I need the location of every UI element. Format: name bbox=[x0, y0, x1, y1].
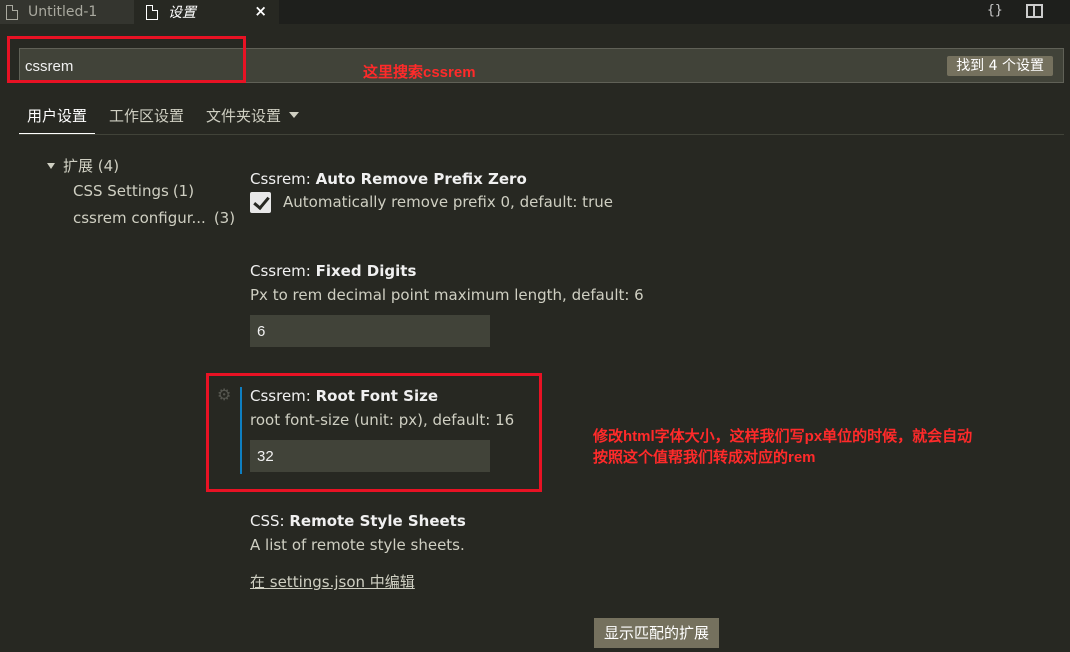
tab-user-settings[interactable]: 用户设置 bbox=[19, 105, 96, 134]
annotation-search-note: 这里搜索cssrem bbox=[363, 64, 476, 81]
setting-title-fixed-digits: Cssrem: Fixed Digits bbox=[250, 262, 416, 280]
file-icon bbox=[146, 4, 158, 20]
setting-description: Px to rem decimal point maximum length, … bbox=[250, 286, 644, 304]
tab-folder-settings[interactable]: 文件夹设置 bbox=[206, 105, 300, 134]
annotation-root-note: 修改html字体大小，这样我们写px单位的时候，就会自动 按照这个值帮我们转成对… bbox=[593, 426, 972, 468]
tree-item-cssrem-configuration[interactable]: cssrem configur... (3) bbox=[73, 209, 235, 227]
setting-name: Auto Remove Prefix Zero bbox=[315, 170, 527, 188]
close-icon[interactable]: × bbox=[254, 3, 267, 19]
tab-workspace-settings[interactable]: 工作区设置 bbox=[109, 105, 184, 134]
search-result-count: 找到 4 个设置 bbox=[947, 56, 1053, 76]
split-editor-icon[interactable] bbox=[1026, 4, 1043, 18]
tree-extensions[interactable]: 扩展 (4) bbox=[47, 155, 119, 176]
annotation-line: 按照这个值帮我们转成对应的rem bbox=[593, 449, 816, 466]
annotation-box-search bbox=[7, 36, 246, 83]
setting-category: Cssrem: bbox=[250, 170, 316, 188]
edit-in-settings-json-link[interactable]: 在 settings.json 中编辑 bbox=[250, 571, 415, 592]
setting-title-auto-remove-prefix-zero: Cssrem: Auto Remove Prefix Zero bbox=[250, 170, 527, 188]
tree-item-label: CSS Settings bbox=[73, 182, 169, 200]
tab-untitled[interactable]: Untitled-1 bbox=[0, 0, 134, 24]
setting-name: Remote Style Sheets bbox=[289, 512, 466, 530]
setting-category: CSS: bbox=[250, 512, 290, 530]
tab-label: 设置 bbox=[168, 5, 196, 21]
show-matching-extensions-button[interactable]: 显示匹配的扩展 bbox=[594, 618, 720, 648]
checkbox-label: Automatically remove prefix 0, default: … bbox=[283, 193, 613, 211]
tree-item-css-settings[interactable]: CSS Settings (1) bbox=[73, 182, 194, 200]
tree-caret-icon[interactable] bbox=[47, 163, 55, 169]
tree-item-count: (3) bbox=[213, 209, 236, 227]
tab-folder-label: 文件夹设置 bbox=[206, 107, 282, 125]
file-icon bbox=[6, 4, 18, 20]
tree-item-count: (1) bbox=[172, 182, 195, 200]
annotation-line: 修改html字体大小，这样我们写px单位的时候，就会自动 bbox=[593, 428, 973, 445]
tree-extensions-label: 扩展 bbox=[63, 157, 94, 175]
braces-icon[interactable]: {} bbox=[987, 2, 1003, 20]
setting-description: A list of remote style sheets. bbox=[250, 536, 465, 554]
setting-category: Cssrem: bbox=[250, 262, 316, 280]
fixed-digits-input[interactable] bbox=[250, 315, 490, 347]
chevron-down-icon[interactable] bbox=[289, 112, 300, 118]
setting-name: Fixed Digits bbox=[315, 262, 417, 280]
tree-item-label: cssrem configur... bbox=[73, 209, 206, 227]
setting-title-remote-style-sheets: CSS: Remote Style Sheets bbox=[250, 512, 466, 530]
tab-label: Untitled-1 bbox=[28, 4, 98, 20]
tab-settings[interactable]: 设置 × bbox=[134, 0, 279, 24]
tab-bar: Untitled-1 设置 × {} bbox=[0, 0, 1070, 24]
scope-tabs: 用户设置 工作区设置 文件夹设置 bbox=[19, 98, 1064, 135]
annotation-box-root-font-size bbox=[206, 373, 542, 492]
auto-remove-prefix-zero-checkbox[interactable] bbox=[250, 192, 271, 213]
tree-extensions-count: (4) bbox=[97, 157, 120, 175]
